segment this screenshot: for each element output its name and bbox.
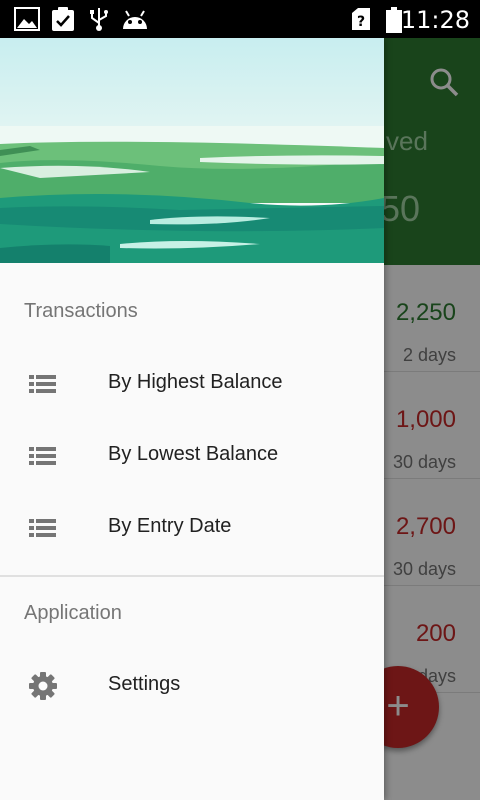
status-bar: ? 11:28 bbox=[0, 0, 480, 38]
menu-item-label: By Highest Balance bbox=[108, 371, 283, 393]
screen: ? 11:28 ved 50 2,250 2 days 1,000 30 day… bbox=[0, 0, 480, 800]
drawer-header-image bbox=[0, 38, 384, 263]
menu-item-by-lowest-balance[interactable]: By Lowest Balance bbox=[0, 419, 384, 491]
menu-item-by-entry-date[interactable]: By Entry Date bbox=[0, 491, 384, 563]
svg-text:?: ? bbox=[357, 14, 365, 30]
list-icon bbox=[28, 441, 58, 471]
drawer-divider bbox=[0, 575, 384, 577]
battery-icon bbox=[386, 7, 402, 33]
list-icon bbox=[28, 513, 58, 543]
menu-item-settings[interactable]: Settings bbox=[0, 649, 384, 721]
status-time: 11:28 bbox=[400, 6, 470, 34]
usb-icon bbox=[86, 7, 112, 31]
sim-unknown-icon: ? bbox=[350, 7, 372, 31]
android-icon bbox=[120, 7, 150, 31]
menu-item-by-highest-balance[interactable]: By Highest Balance bbox=[0, 347, 384, 419]
section-title-application: Application bbox=[24, 602, 122, 624]
menu-item-label: Settings bbox=[108, 673, 181, 695]
clipboard-check-icon bbox=[50, 7, 76, 31]
navigation-drawer: Transactions By Highest Balance By Lowes… bbox=[0, 38, 384, 800]
image-icon bbox=[14, 7, 40, 31]
gear-icon bbox=[28, 671, 58, 701]
list-icon bbox=[28, 369, 58, 399]
menu-item-label: By Entry Date bbox=[108, 515, 232, 537]
section-title-transactions: Transactions bbox=[24, 300, 138, 322]
menu-item-label: By Lowest Balance bbox=[108, 443, 279, 465]
